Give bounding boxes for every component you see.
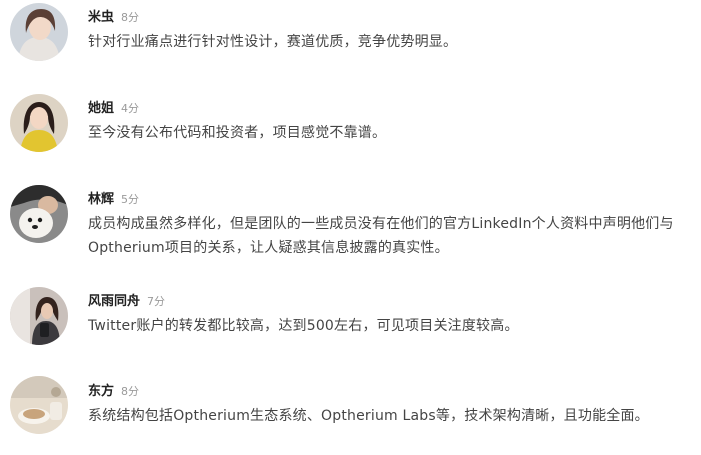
- comment-text: 系统结构包括Optherium生态系统、Optherium Labs等，技术架构…: [88, 408, 649, 424]
- comment-text: 至今没有公布代码和投资者，项目感觉不靠谱。: [88, 125, 387, 141]
- comment-time: 8分: [121, 11, 140, 24]
- user-avatar-image: [10, 376, 68, 434]
- comment-meta: 她姐 4分: [88, 98, 139, 116]
- avatar[interactable]: [10, 376, 68, 434]
- comment-author[interactable]: 东方: [88, 384, 114, 399]
- user-avatar-image: [10, 3, 68, 61]
- comment-author[interactable]: 米虫: [88, 10, 114, 25]
- avatar[interactable]: [10, 185, 68, 243]
- comment-meta: 林辉 5分: [88, 189, 139, 207]
- user-avatar-image: [10, 287, 68, 345]
- comment-meta: 风雨同舟 7分: [88, 291, 165, 309]
- comment-text: 针对行业痛点进行针对性设计，赛道优质，竞争优势明显。: [88, 34, 458, 50]
- comment-time: 8分: [121, 385, 140, 398]
- comment-text: 成员构成虽然多样化，但是团队的一些成员没有在他们的官方LinkedIn个人资料中…: [88, 216, 674, 256]
- avatar[interactable]: [10, 287, 68, 345]
- comment-meta: 米虫 8分: [88, 7, 139, 25]
- comment-author[interactable]: 林辉: [88, 192, 114, 207]
- comment-author[interactable]: 风雨同舟: [88, 294, 140, 309]
- comment-text: Twitter账户的转发都比较高，达到500左右，可见项目关注度较高。: [88, 318, 519, 334]
- comment-author[interactable]: 她姐: [88, 101, 114, 116]
- comment-time: 4分: [121, 102, 140, 115]
- avatar[interactable]: [10, 3, 68, 61]
- avatar[interactable]: [10, 94, 68, 152]
- comment-time: 7分: [147, 295, 166, 308]
- comment-time: 5分: [121, 193, 140, 206]
- user-avatar-image: [10, 185, 68, 243]
- comment-meta: 东方 8分: [88, 381, 139, 399]
- user-avatar-image: [10, 94, 68, 152]
